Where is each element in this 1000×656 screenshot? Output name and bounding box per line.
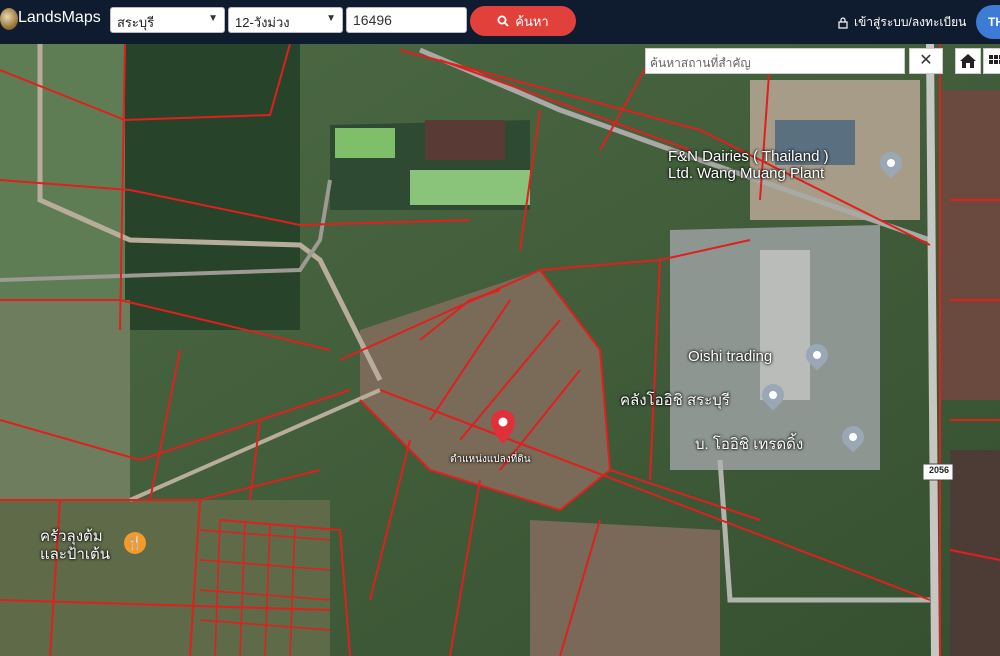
province-select[interactable]: สระบุรี ▼ bbox=[110, 7, 225, 33]
road-number-badge: 2056 bbox=[928, 465, 950, 475]
place-label-restaurant[interactable]: ครัวลุงต้ม และป้าเต้น bbox=[40, 528, 110, 564]
grid-icon bbox=[989, 55, 1000, 64]
login-label: เข้าสู่ระบบ/ลงทะเบียน bbox=[854, 15, 967, 29]
close-icon: ✕ bbox=[919, 52, 933, 69]
landsmaps-logo-icon bbox=[0, 8, 18, 30]
map-canvas[interactable]: F&N Dairies ( Thailand ) Ltd. Wang Muang… bbox=[0, 44, 1000, 656]
lock-icon bbox=[838, 16, 848, 29]
search-button-label: ค้นหา bbox=[515, 13, 549, 29]
province-value: สระบุรี bbox=[117, 15, 155, 30]
satellite-map bbox=[0, 44, 1000, 656]
chevron-down-icon: ▼ bbox=[208, 13, 218, 24]
top-bar: LandsMaps สระบุรี ▼ 12-วังม่วง ▼ 16496 ค… bbox=[0, 0, 1000, 44]
search-icon bbox=[497, 15, 509, 27]
map-pin-icon[interactable] bbox=[488, 408, 518, 448]
language-button[interactable]: TH bbox=[976, 5, 1000, 39]
place-label-oishi-warehouse[interactable]: คลังโออิชิ สระบุรี bbox=[620, 388, 730, 412]
home-button[interactable] bbox=[955, 48, 981, 74]
restaurant-icon[interactable]: 🍴 bbox=[124, 532, 146, 554]
login-link[interactable]: เข้าสู่ระบบ/ลงทะเบียน bbox=[838, 13, 966, 32]
app-title: LandsMaps bbox=[18, 9, 101, 26]
home-icon bbox=[960, 54, 976, 68]
search-button[interactable]: ค้นหา bbox=[470, 6, 576, 36]
parcel-number-input[interactable]: 16496 bbox=[346, 7, 467, 33]
close-search-button[interactable]: ✕ bbox=[909, 48, 943, 74]
district-select[interactable]: 12-วังม่วง ▼ bbox=[228, 7, 343, 33]
chevron-down-icon: ▼ bbox=[326, 13, 336, 24]
place-label-oishi-co[interactable]: บ. โออิชิ เทรดดิ้ง bbox=[695, 432, 803, 456]
place-label-fn-dairies[interactable]: F&N Dairies ( Thailand ) Ltd. Wang Muang… bbox=[668, 148, 829, 182]
place-label-oishi-trading[interactable]: Oishi trading bbox=[688, 348, 772, 365]
district-value: 12-วังม่วง bbox=[235, 15, 290, 30]
place-search-input[interactable]: ค้นหาสถานที่สำคัญ bbox=[645, 48, 905, 74]
layers-button[interactable] bbox=[983, 48, 1000, 74]
parcel-marker-label: ตำแหน่งแปลงที่ดิน bbox=[450, 454, 531, 465]
